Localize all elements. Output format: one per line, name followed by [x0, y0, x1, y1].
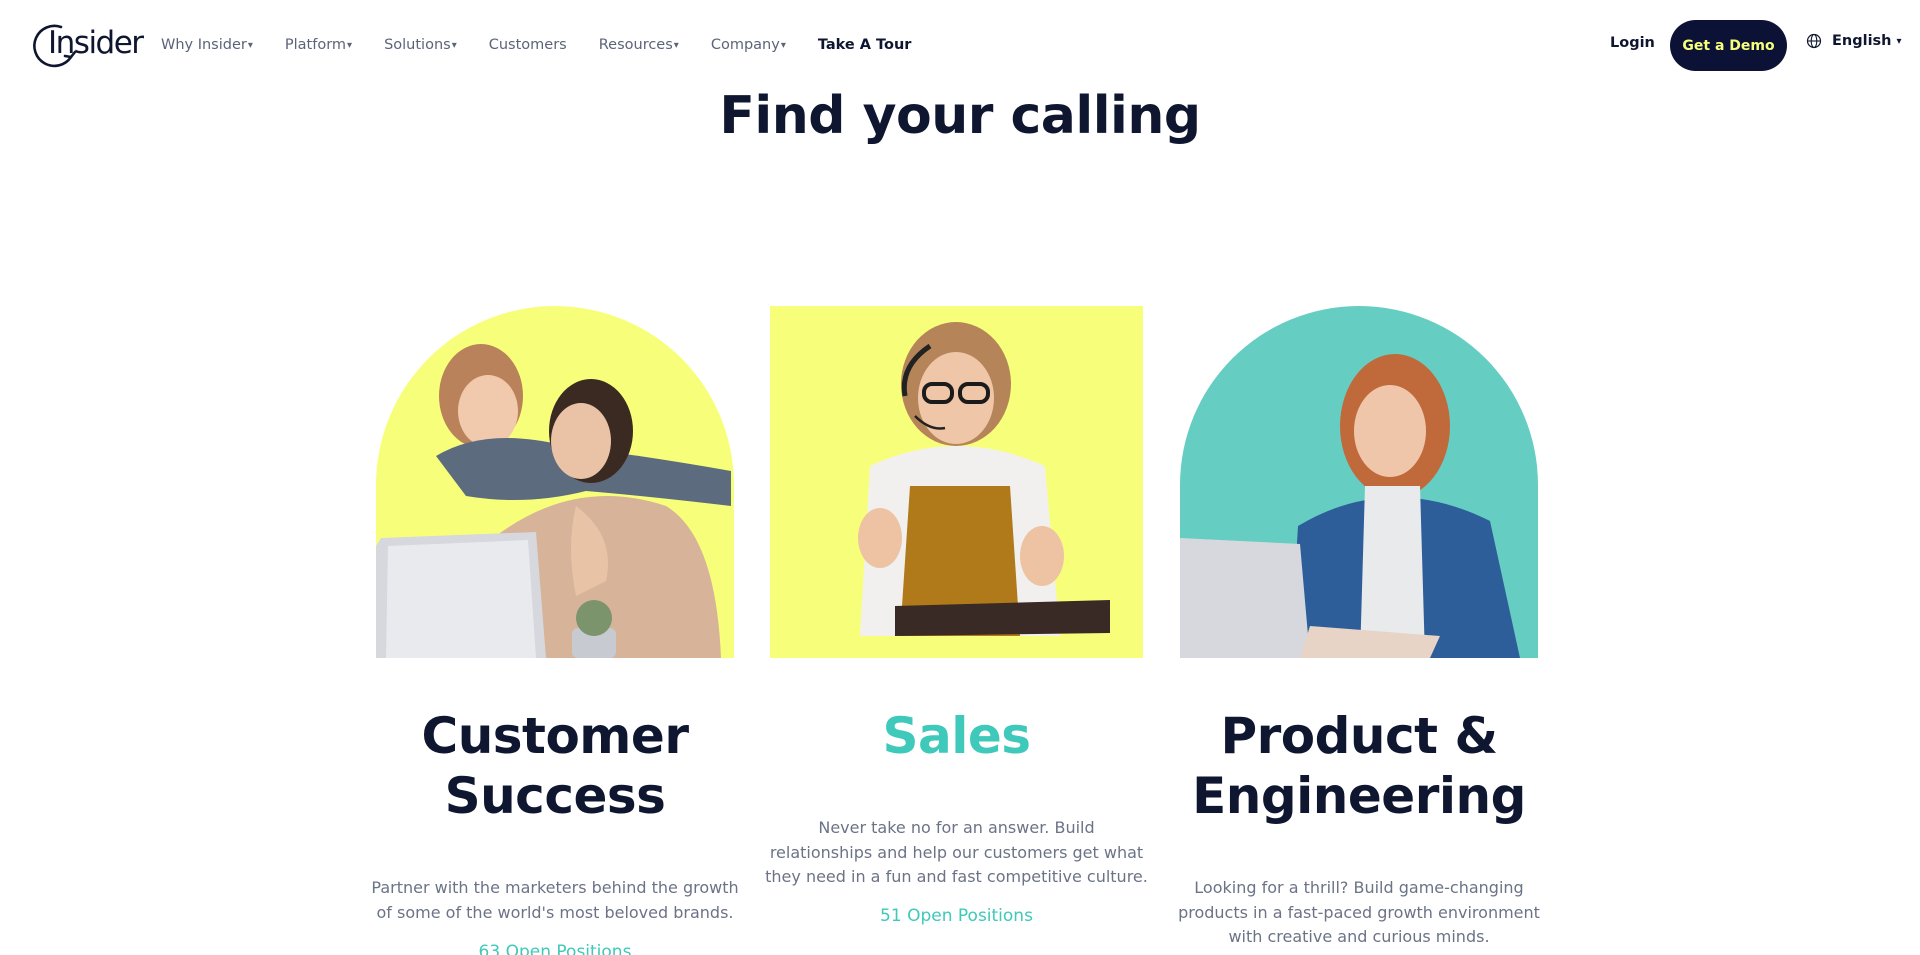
nav-customers[interactable]: Customers: [489, 37, 567, 53]
nav-label: Solutions: [384, 37, 451, 53]
two-women-laptop-illustration: [376, 344, 731, 658]
language-label: English: [1832, 33, 1892, 49]
language-selector[interactable]: English ▾: [1806, 33, 1902, 49]
card-title-line2: Success: [444, 767, 666, 825]
nav-why-insider[interactable]: Why Insider ▾: [161, 37, 253, 53]
caret-down-icon: ▾: [451, 39, 457, 51]
card-title-line1: Sales: [882, 707, 1031, 765]
card-title: Sales: [730, 706, 1183, 766]
card-title-line1: Product &: [1220, 707, 1498, 765]
card-title-line1: Customer: [421, 707, 689, 765]
caret-down-icon: ▾: [247, 39, 253, 51]
open-positions-link[interactable]: 51 Open Positions: [770, 906, 1143, 926]
nav-company[interactable]: Company ▾: [711, 37, 786, 53]
nav-solutions[interactable]: Solutions ▾: [384, 37, 457, 53]
card-title: Customer Success: [336, 706, 774, 826]
site-header: Insider Why Insider ▾ Platform ▾ Solutio…: [0, 0, 1920, 90]
caret-down-icon: ▾: [780, 39, 786, 51]
card-description: Looking for a thrill? Build game-changin…: [1178, 878, 1540, 946]
nav-platform[interactable]: Platform ▾: [285, 37, 352, 53]
logo-text: Insider: [48, 25, 144, 61]
nav-label: Resources: [598, 37, 673, 53]
card-title: Product & Engineering: [1140, 706, 1578, 826]
get-a-demo-button[interactable]: Get a Demo: [1670, 20, 1787, 71]
card-description: Partner with the marketers behind the gr…: [371, 878, 739, 922]
main-nav: Why Insider ▾ Platform ▾ Solutions ▾ Cus…: [161, 0, 943, 90]
login-link[interactable]: Login: [1610, 35, 1655, 51]
customer-success-photo: [376, 306, 734, 658]
woman-laptop-illustration: [1180, 354, 1520, 658]
woman-headset-illustration: [858, 322, 1110, 636]
insider-logo[interactable]: Insider: [31, 21, 144, 69]
nav-label: Take A Tour: [817, 37, 912, 53]
globe-icon: [1806, 33, 1822, 49]
caret-down-icon: ▾: [347, 39, 353, 51]
nav-label: Why Insider: [161, 37, 247, 53]
product-engineering-photo: [1180, 306, 1538, 658]
caret-down-icon: ▾: [673, 39, 679, 51]
nav-label: Customers: [488, 37, 567, 53]
page-title: Find your calling: [719, 86, 1201, 146]
nav-resources[interactable]: Resources ▾: [599, 37, 679, 53]
nav-label: Platform: [284, 37, 347, 53]
sales-photo: [770, 306, 1143, 658]
caret-down-icon: ▾: [1896, 35, 1902, 47]
nav-label: Company: [710, 37, 780, 53]
card-description: Never take no for an answer. Build relat…: [765, 818, 1148, 886]
open-positions-link[interactable]: 63 Open Positions: [376, 942, 734, 955]
nav-take-a-tour[interactable]: Take A Tour: [818, 37, 912, 53]
card-title-line2: Engineering: [1192, 767, 1526, 825]
